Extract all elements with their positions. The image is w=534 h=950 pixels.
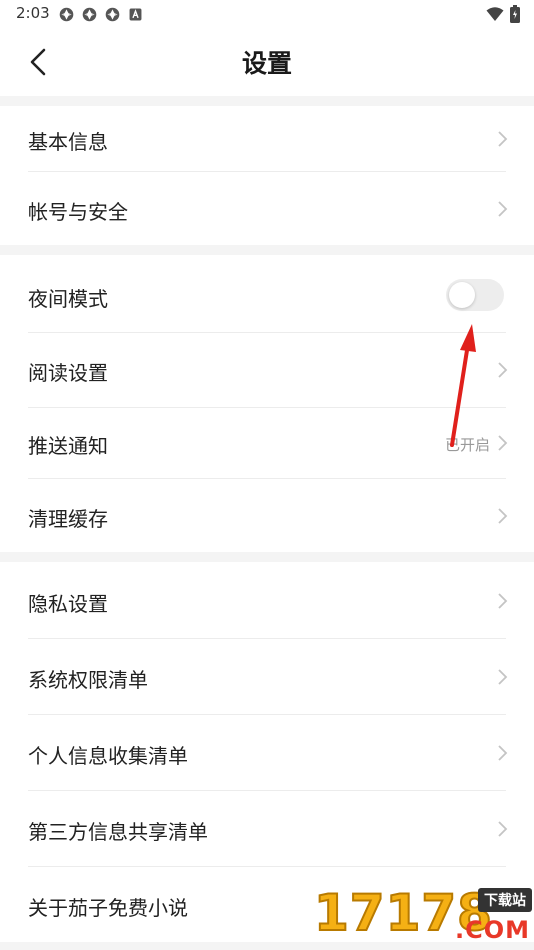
keyboard-a-icon (129, 8, 142, 21)
chevron-right-icon (498, 593, 508, 609)
top-app-bar: 设置 (0, 28, 534, 96)
chevron-right-icon (498, 201, 508, 217)
settings-item-label: 夜间模式 (28, 287, 108, 311)
chevron-right-icon (498, 508, 508, 524)
settings-item-basic-info[interactable]: 基本信息 (0, 106, 534, 171)
chevron-right-icon (498, 362, 508, 378)
settings-item-personal-info-list[interactable]: 个人信息收集清单 (0, 715, 534, 790)
settings-item-label: 关于茄子免费小说 (28, 896, 188, 920)
group-separator (0, 245, 534, 255)
toggle-knob (449, 282, 475, 308)
chevron-right-icon (498, 435, 508, 451)
group-separator (0, 552, 534, 562)
app-notification-icon (105, 7, 120, 22)
watermark-badge: 下载站 (478, 888, 532, 912)
settings-item-third-party-sharing[interactable]: 第三方信息共享清单 (0, 791, 534, 866)
status-time: 2:03 (16, 4, 50, 22)
settings-item-account-security[interactable]: 帐号与安全 (0, 172, 534, 245)
settings-item-label: 第三方信息共享清单 (28, 820, 208, 844)
settings-item-label: 系统权限清单 (28, 668, 148, 692)
app-notification-icon (59, 7, 74, 22)
settings-item-label: 推送通知 (28, 434, 108, 458)
settings-item-label: 清理缓存 (28, 507, 108, 531)
watermark-logo: 17178 下载站 .COM (306, 886, 534, 950)
status-bar: 2:03 (0, 0, 534, 28)
chevron-right-icon (498, 745, 508, 761)
settings-item-system-permissions[interactable]: 系统权限清单 (0, 639, 534, 714)
wifi-icon (486, 7, 504, 21)
night-mode-toggle[interactable] (446, 279, 504, 311)
app-notification-icon (82, 7, 97, 22)
chevron-right-icon (498, 669, 508, 685)
settings-item-label: 隐私设置 (28, 592, 108, 616)
settings-item-clear-cache[interactable]: 清理缓存 (0, 479, 534, 552)
page-title: 设置 (241, 49, 292, 78)
chevron-right-icon (498, 821, 508, 837)
settings-item-label: 阅读设置 (28, 361, 108, 385)
settings-item-label: 帐号与安全 (28, 200, 128, 224)
group-separator (0, 96, 534, 106)
settings-item-privacy[interactable]: 隐私设置 (0, 562, 534, 638)
status-icons-right (486, 5, 520, 23)
chevron-right-icon (498, 131, 508, 147)
settings-item-label: 基本信息 (28, 130, 108, 154)
settings-item-label: 个人信息收集清单 (28, 744, 188, 768)
watermark-suffix: .COM (454, 916, 530, 944)
battery-icon (510, 5, 520, 23)
status-icons-left (58, 6, 144, 23)
annotation-arrow (450, 324, 476, 447)
